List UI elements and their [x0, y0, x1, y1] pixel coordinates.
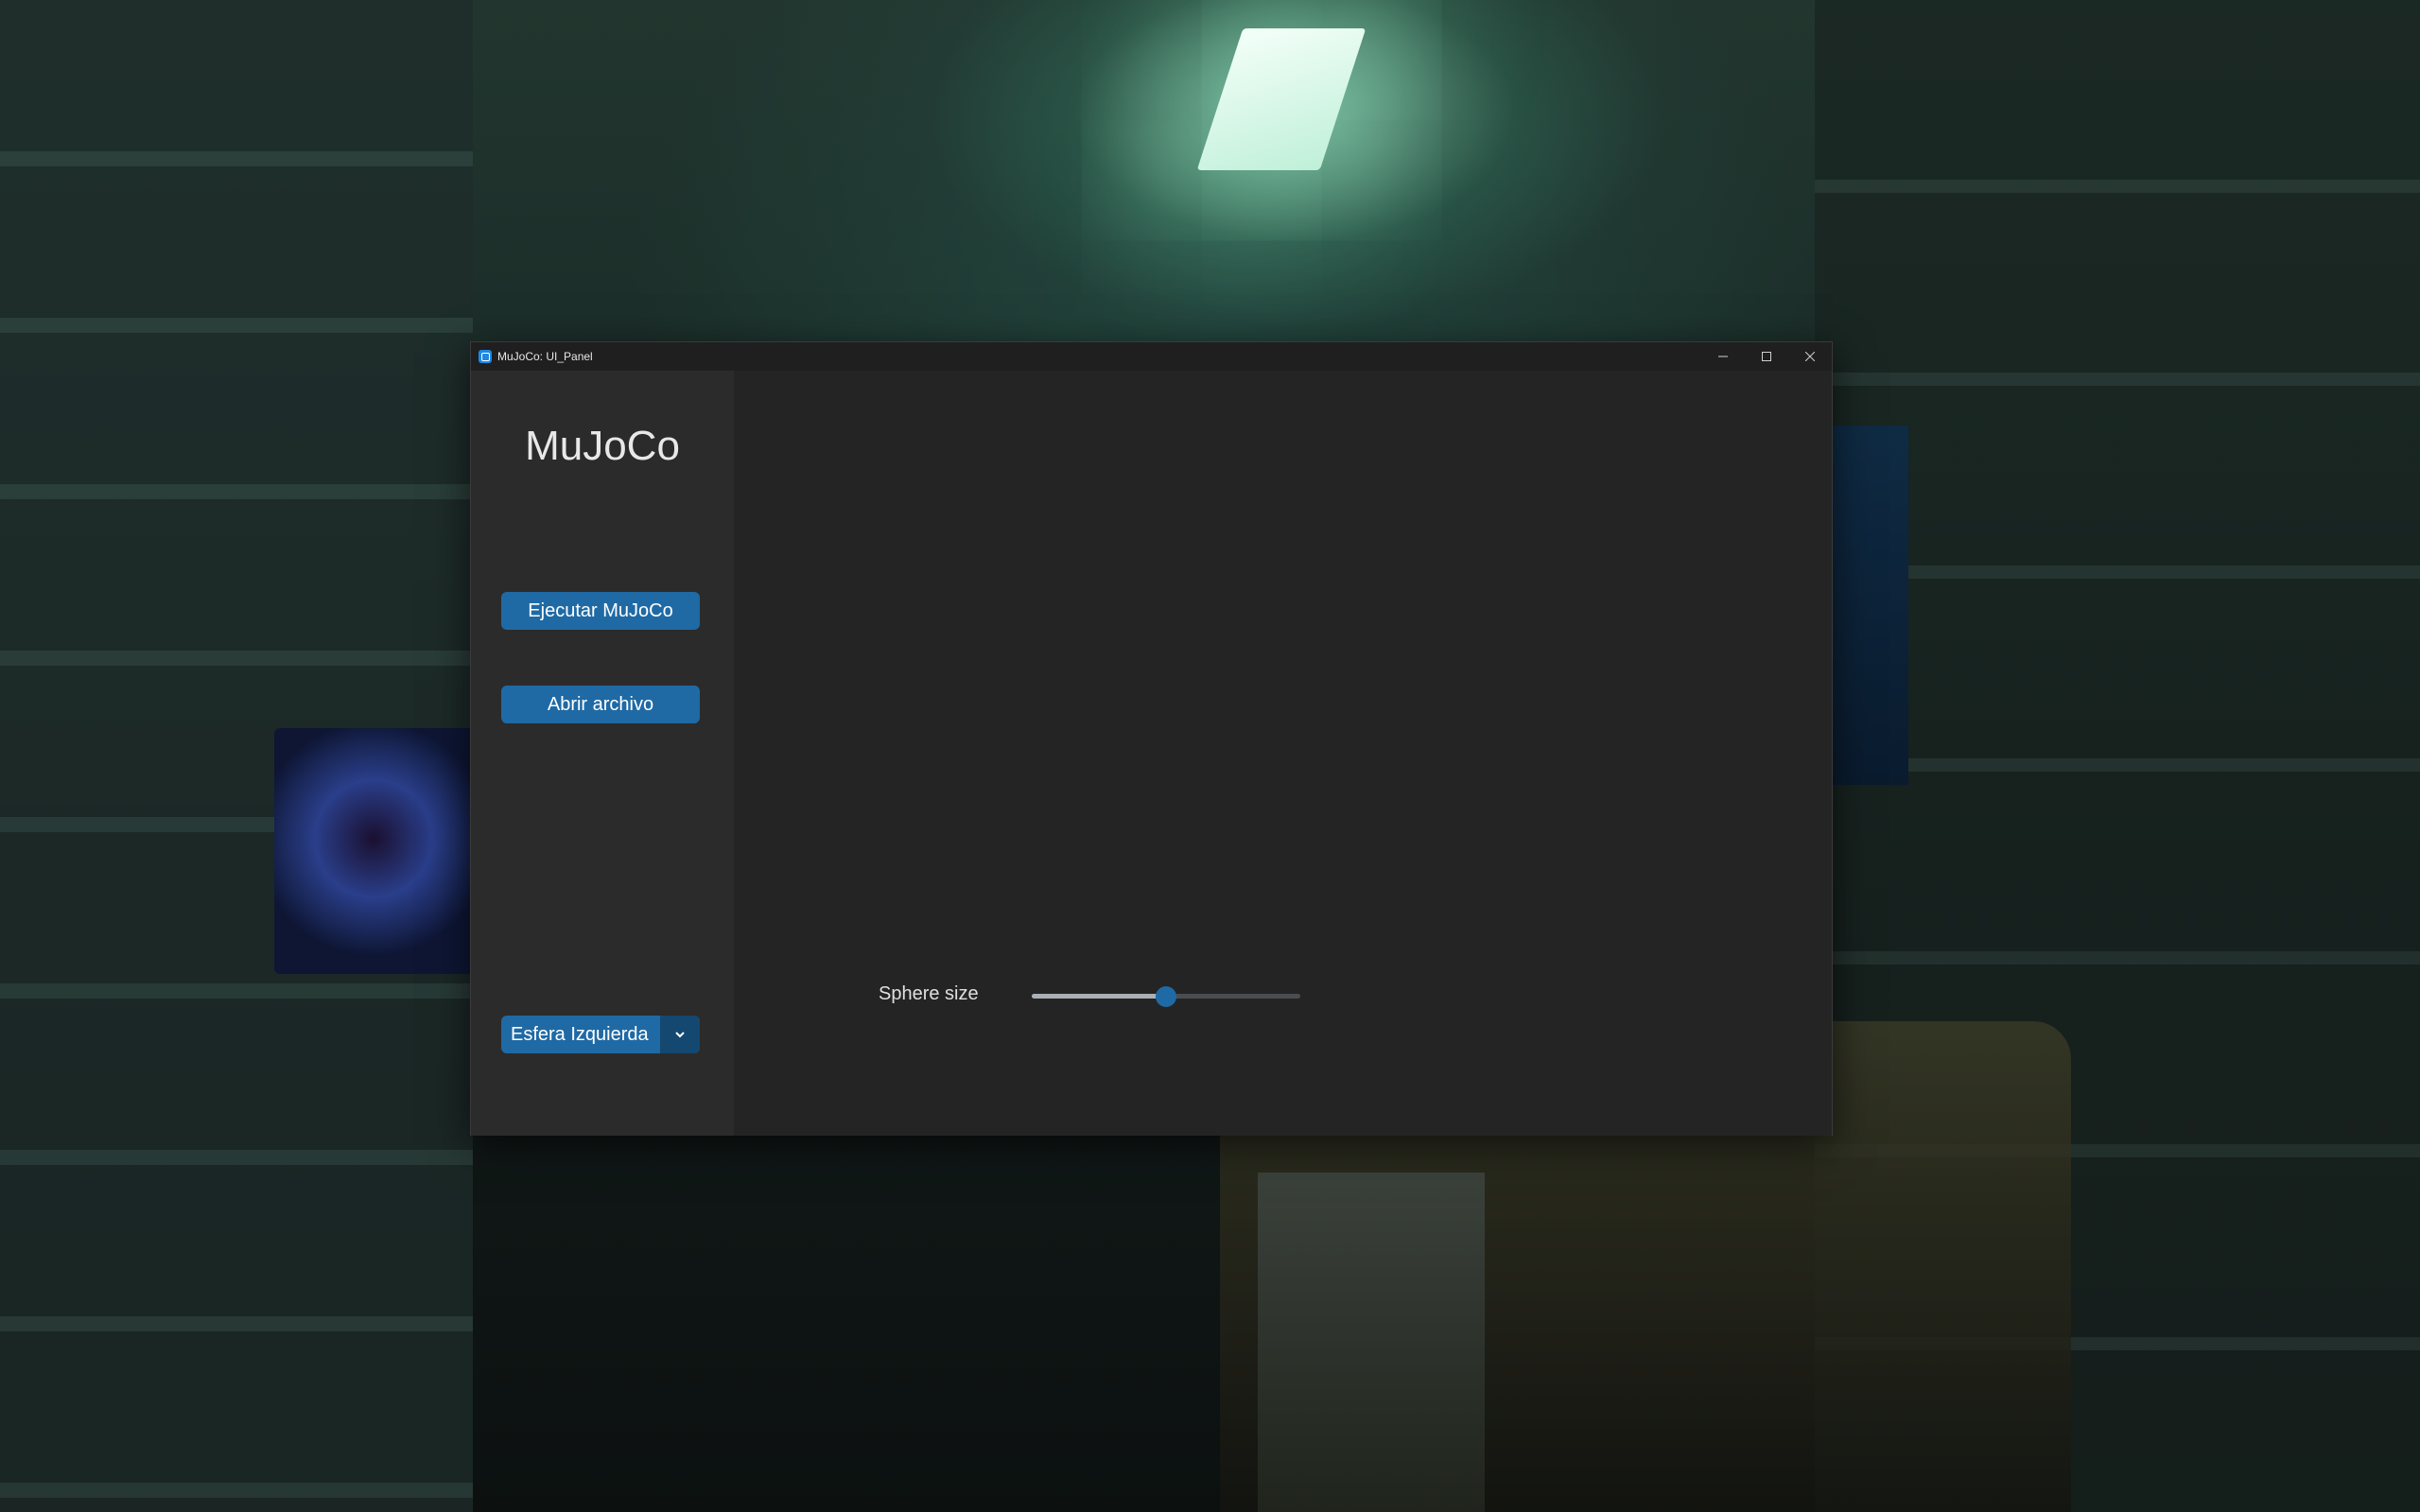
close-icon: [1805, 352, 1815, 361]
slider-handle[interactable]: [1156, 986, 1176, 1007]
main-panel: Sphere size: [734, 371, 1832, 1136]
window-title: MuJoCo: UI_Panel: [497, 350, 593, 363]
sidebar: MuJoCo Ejecutar MuJoCo Abrir archivo Esf…: [471, 371, 734, 1136]
wallpaper-cloth: [1258, 1173, 1485, 1512]
title-bar[interactable]: MuJoCo: UI_Panel: [471, 342, 1832, 371]
open-file-button[interactable]: Abrir archivo: [501, 686, 700, 723]
minimize-icon: [1718, 356, 1728, 357]
slider-fill: [1032, 994, 1166, 999]
app-window: MuJoCo: UI_Panel MuJoCo Ejecutar MuJoCo …: [470, 341, 1833, 1136]
wallpaper-window-view: [1833, 426, 1908, 785]
mujoco-app-icon: [479, 350, 492, 363]
sphere-select[interactable]: Esfera Izquierda: [501, 1016, 700, 1053]
sphere-select-dropdown-button[interactable]: [660, 1016, 700, 1053]
app-title: MuJoCo: [525, 423, 680, 469]
sphere-size-label: Sphere size: [879, 983, 979, 1004]
wallpaper-ceiling-light: [1196, 28, 1367, 170]
wallpaper-tv-screen: [274, 728, 473, 974]
sphere-size-slider[interactable]: [1032, 986, 1300, 1007]
close-button[interactable]: [1788, 342, 1832, 371]
minimize-button[interactable]: [1701, 342, 1745, 371]
sphere-select-value[interactable]: Esfera Izquierda: [501, 1024, 660, 1046]
maximize-icon: [1762, 352, 1771, 361]
chevron-down-icon: [675, 1032, 685, 1038]
run-mujoco-button[interactable]: Ejecutar MuJoCo: [501, 592, 700, 630]
maximize-button[interactable]: [1745, 342, 1788, 371]
